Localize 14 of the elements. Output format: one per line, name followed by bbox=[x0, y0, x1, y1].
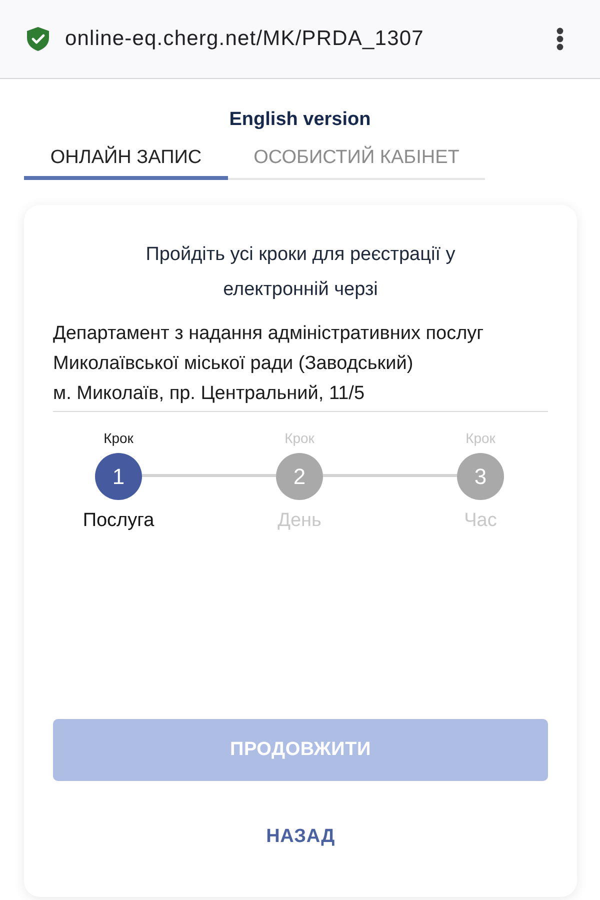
secure-shield-icon[interactable] bbox=[27, 27, 49, 51]
step-caption: Крок bbox=[466, 429, 496, 448]
url-text[interactable]: online-eq.cherg.net/MK/PRDA_1307 bbox=[65, 25, 424, 53]
back-button[interactable]: НАЗАД bbox=[256, 815, 345, 859]
step-label: Послуга bbox=[82, 509, 154, 533]
more-menu-icon[interactable] bbox=[556, 27, 564, 51]
tab[interactable]: ОНЛАЙН ЗАПИС bbox=[24, 140, 228, 180]
instructions-heading: Пройдіть усі кроки для реєстрації у електронній черзі bbox=[144, 243, 456, 302]
step-caption: Крок bbox=[284, 429, 314, 448]
english-version-link[interactable]: English version bbox=[229, 108, 371, 132]
tab[interactable]: ОСОБИСТИЙ КАБІНЕТ bbox=[228, 140, 485, 180]
step-caption: Крок bbox=[104, 429, 134, 448]
department-name: Департамент з надання адміністративних послуг Миколаївської міської ради (Заводський) bbox=[53, 322, 485, 376]
address-text: м. Миколаїв, пр. Центральний, 11/5 bbox=[53, 382, 366, 406]
